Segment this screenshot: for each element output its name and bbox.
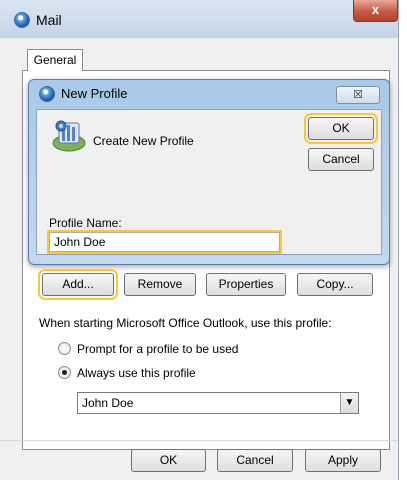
new-profile-ok-button[interactable]: OK <box>304 113 378 144</box>
mail-window-title: Mail <box>36 12 62 28</box>
mail-window: Mail x General New Profile ☒ Create New … <box>0 0 399 480</box>
prompt-profile-radio[interactable] <box>58 342 71 355</box>
close-icon: ☒ <box>353 89 363 101</box>
remove-profile-button[interactable]: Remove <box>124 273 196 296</box>
new-profile-dialog-body: Create New Profile OK Cancel Profile Nam… <box>36 109 382 255</box>
new-profile-dialog: New Profile ☒ Create New Profile OK Canc… <box>28 79 390 265</box>
footer-divider <box>0 440 398 441</box>
profile-select[interactable]: John Doe ▼ <box>77 392 359 414</box>
mail-close-button[interactable]: x <box>353 0 398 22</box>
profile-name-input[interactable]: John Doe <box>47 230 282 254</box>
startup-profile-label: When starting Microsoft Office Outlook, … <box>39 316 332 330</box>
always-use-profile-radio[interactable] <box>58 366 71 379</box>
create-new-profile-label: Create New Profile <box>93 134 194 148</box>
new-profile-cancel-button[interactable]: Cancel <box>308 148 374 171</box>
always-use-profile-radio-label[interactable]: Always use this profile <box>77 366 196 380</box>
apply-button[interactable]: Apply <box>305 449 381 472</box>
tab-general[interactable]: General <box>27 49 83 71</box>
new-profile-close-button[interactable]: ☒ <box>336 86 380 104</box>
chevron-down-icon[interactable]: ▼ <box>340 393 358 413</box>
new-profile-dialog-title: New Profile <box>61 86 128 101</box>
profile-name-value: John Doe <box>54 235 106 249</box>
close-icon: x <box>371 2 380 17</box>
profile-icon <box>52 120 86 152</box>
copy-profile-button[interactable]: Copy... <box>297 273 373 296</box>
cancel-button[interactable]: Cancel <box>217 449 293 472</box>
prompt-profile-radio-label[interactable]: Prompt for a profile to be used <box>77 342 238 356</box>
profile-properties-button[interactable]: Properties <box>206 273 286 296</box>
ok-button[interactable]: OK <box>131 449 206 472</box>
profile-select-value: John Doe <box>82 396 134 410</box>
mail-app-icon <box>14 12 30 28</box>
profile-name-label: Profile Name: <box>49 216 122 230</box>
radio-selected-dot <box>62 370 67 375</box>
mail-titlebar: Mail x <box>0 0 398 38</box>
new-profile-app-icon <box>39 86 55 102</box>
add-profile-button[interactable]: Add... <box>38 269 118 300</box>
